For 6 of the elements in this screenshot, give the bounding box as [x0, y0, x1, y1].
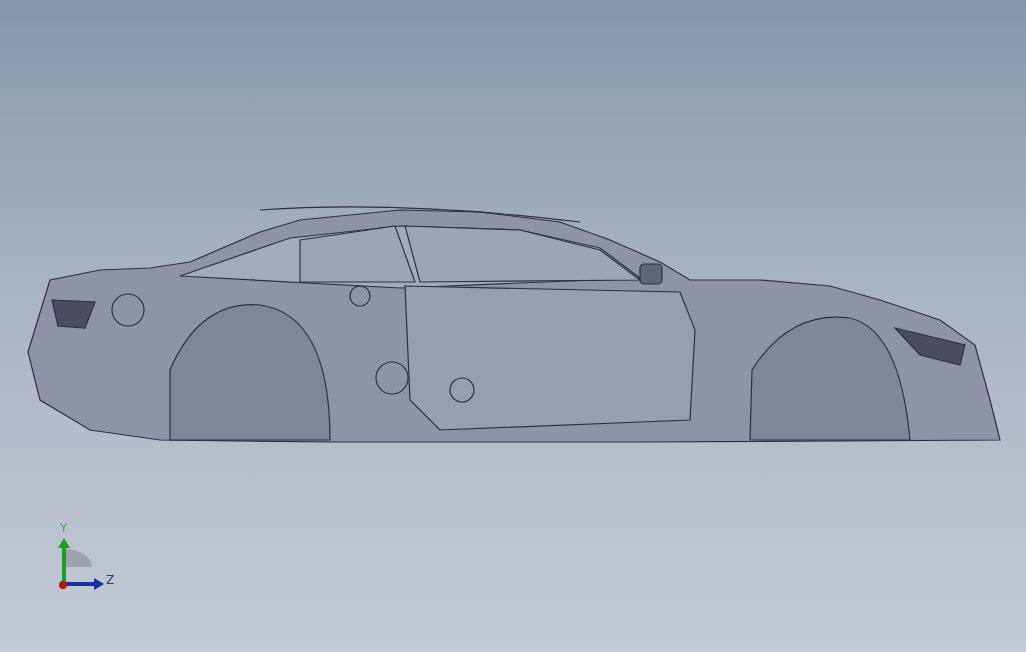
y-axis-arrow-icon — [58, 538, 70, 585]
plane-quadrant-icon — [64, 549, 92, 567]
origin-icon — [59, 581, 67, 589]
z-axis-arrow-icon — [64, 578, 104, 590]
z-axis-label: Z — [106, 574, 115, 586]
y-axis-label: Y — [60, 522, 68, 534]
